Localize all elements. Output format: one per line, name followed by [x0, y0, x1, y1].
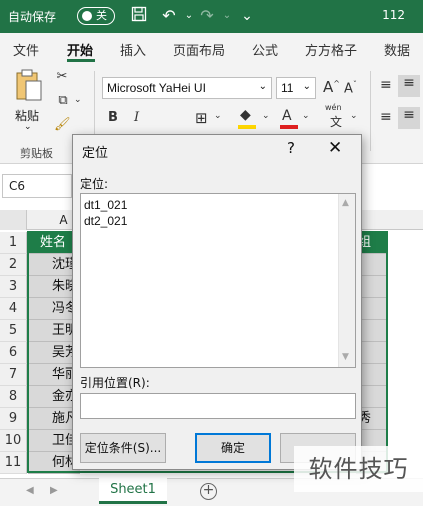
italic-button[interactable]: I	[134, 110, 139, 125]
watermark: 软件技巧	[294, 446, 423, 492]
dialog-title: 定位	[82, 146, 109, 161]
borders-icon[interactable]: ⊞	[195, 109, 208, 127]
tab-page-layout[interactable]: 页面布局	[173, 40, 225, 59]
select-all-corner[interactable]	[0, 210, 27, 230]
row-header[interactable]: 3	[0, 276, 27, 298]
font-size-value: 11	[281, 81, 294, 95]
fill-dropdown-icon[interactable]: ⌄	[262, 111, 270, 121]
customize-toolbar-icon[interactable]: ⌄	[236, 6, 258, 26]
phonetic-guide-icon[interactable]: wén	[325, 103, 342, 112]
title-bar: 自动保存 关 ↶ ⌄ ↷ ⌄ ⌄ 112	[0, 0, 423, 33]
help-icon[interactable]: ?	[287, 139, 295, 157]
row-header[interactable]: 11	[0, 452, 27, 474]
title-right-text: 112	[382, 8, 405, 22]
cut-icon[interactable]: ✂	[54, 69, 70, 84]
row-header[interactable]: 5	[0, 320, 27, 342]
list-scrollbar[interactable]: ▲ ▼	[338, 194, 355, 367]
list-item[interactable]: dt2_021	[84, 214, 127, 228]
undo-icon[interactable]: ↶	[158, 6, 180, 26]
add-sheet-icon[interactable]: +	[200, 483, 217, 500]
scroll-up-icon[interactable]: ▲	[342, 198, 349, 208]
name-box[interactable]: C6	[2, 174, 72, 198]
fill-color-icon[interactable]: ◆	[240, 107, 251, 123]
save-icon[interactable]	[128, 6, 150, 26]
copy-dropdown-icon[interactable]: ⌄	[74, 95, 82, 105]
scroll-down-icon[interactable]: ▼	[342, 352, 349, 362]
font-name-select[interactable]: Microsoft YaHei UI ⌄	[102, 77, 272, 99]
close-icon[interactable]: ✕	[328, 138, 342, 158]
active-tab-indicator	[67, 59, 95, 62]
chevron-down-icon: ⌄	[258, 81, 267, 92]
row-header[interactable]: 7	[0, 364, 27, 386]
tab-data[interactable]: 数据	[384, 40, 410, 59]
phonetic-dropdown-icon[interactable]: ⌄	[350, 111, 358, 121]
tab-insert[interactable]: 插入	[120, 40, 146, 59]
redo-icon[interactable]: ↷	[196, 6, 218, 26]
tab-fangfang[interactable]: 方方格子	[305, 40, 357, 59]
font-color-icon[interactable]: A	[282, 108, 292, 124]
paste-dropdown-icon[interactable]: ⌄	[24, 122, 32, 132]
goto-dialog: 定位 ? ✕ 定位: dt1_021 dt2_021 ▲ ▼ 引用位置(R): …	[72, 134, 362, 470]
reference-input[interactable]	[80, 393, 356, 419]
tab-file[interactable]: 文件	[13, 40, 39, 59]
ok-button[interactable]: 确定	[195, 433, 271, 463]
font-size-select[interactable]: 11 ⌄	[276, 77, 316, 99]
phonetic-char-icon: 文	[330, 115, 343, 129]
format-painter-icon[interactable]: 🖌	[54, 117, 71, 132]
redo-dropdown-icon[interactable]: ⌄	[216, 6, 238, 26]
row-header[interactable]: 8	[0, 386, 27, 408]
toggle-dot	[82, 11, 92, 21]
align-center-icon[interactable]: ≡	[398, 107, 420, 129]
tab-home[interactable]: 开始	[67, 40, 93, 59]
paste-icon	[16, 69, 42, 101]
paste-button[interactable]: 粘贴 ⌄	[12, 69, 46, 132]
font-color-swatch	[280, 125, 298, 129]
autosave-toggle[interactable]: 关	[77, 7, 115, 25]
clipboard-group-label: 剪贴板	[20, 147, 53, 160]
bold-button[interactable]: B	[108, 110, 118, 125]
row-header[interactable]: 4	[0, 298, 27, 320]
font-color-dropdown-icon[interactable]: ⌄	[302, 111, 310, 121]
align-left-icon[interactable]: ≡	[380, 109, 392, 125]
row-header[interactable]: 10	[0, 430, 27, 452]
grow-font-icon[interactable]: A^	[323, 78, 340, 96]
scroll-left-icon[interactable]: ◀	[26, 485, 34, 496]
row-header[interactable]: 2	[0, 254, 27, 276]
special-button[interactable]: 定位条件(S)...	[80, 433, 166, 463]
row-header[interactable]: 9	[0, 408, 27, 430]
reference-label: 引用位置(R):	[80, 376, 150, 390]
goto-label: 定位:	[80, 177, 109, 191]
autosave-label: 自动保存	[8, 10, 57, 24]
list-item[interactable]: dt1_021	[84, 198, 127, 212]
align-middle-icon[interactable]: ≡	[398, 75, 420, 97]
tab-formulas[interactable]: 公式	[252, 40, 278, 59]
row-header[interactable]: 1	[0, 232, 27, 254]
reference-list[interactable]: dt1_021 dt2_021 ▲ ▼	[80, 193, 356, 368]
sheet-tab-sheet1[interactable]: Sheet1	[99, 478, 167, 504]
font-name-value: Microsoft YaHei UI	[107, 81, 206, 95]
row-header[interactable]: 6	[0, 342, 27, 364]
toggle-state: 关	[96, 9, 107, 22]
align-top-icon[interactable]: ≡	[380, 77, 392, 93]
borders-dropdown-icon[interactable]: ⌄	[214, 111, 222, 121]
chevron-down-icon: ⌄	[302, 81, 311, 92]
shrink-font-icon[interactable]: Aˇ	[344, 80, 357, 96]
ribbon-tabs: 文件 开始 插入 页面布局 公式 方方格子 数据	[0, 33, 423, 63]
group-divider	[370, 71, 371, 151]
copy-icon[interactable]: ⧉	[52, 93, 74, 108]
scroll-right-icon[interactable]: ▶	[50, 485, 58, 496]
fill-color-swatch	[238, 125, 256, 129]
